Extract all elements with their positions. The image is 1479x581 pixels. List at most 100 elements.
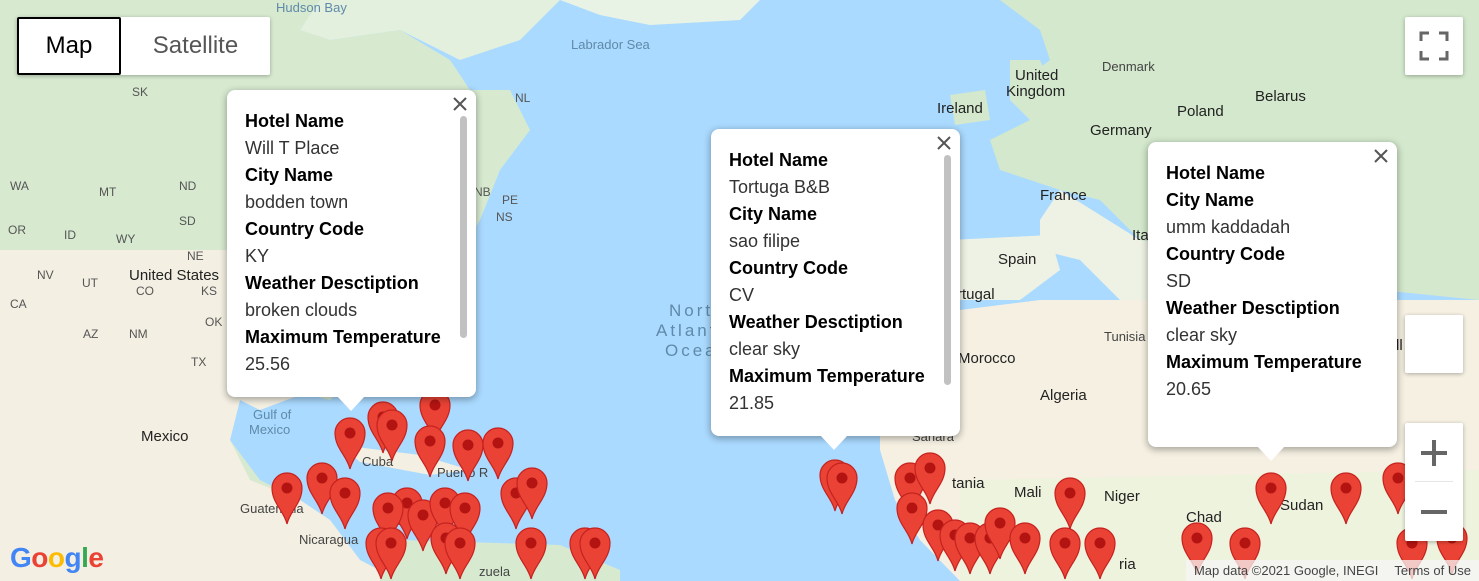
label-ok: OK — [205, 315, 223, 329]
map-marker-icon[interactable] — [514, 526, 548, 580]
map-type-satellite-button[interactable]: Satellite — [121, 17, 270, 75]
info-window-sao-filipe: Hotel Name Tortuga B&B City Name sao fil… — [711, 129, 960, 450]
map-marker-icon[interactable] — [1329, 471, 1363, 525]
map-marker-icon[interactable] — [1083, 526, 1117, 580]
label-united-kingdom-1: United — [1015, 67, 1059, 84]
label-nl: NL — [515, 91, 531, 105]
terms-of-use-link[interactable]: Terms of Use — [1386, 563, 1479, 578]
field-value: broken clouds — [245, 300, 358, 320]
label-france: France — [1040, 187, 1087, 204]
zoom-in-button[interactable] — [1405, 423, 1463, 482]
label-wa: WA — [10, 179, 29, 193]
label-nd: ND — [179, 179, 197, 193]
info-window-fields: Hotel Name Tortuga B&B City Name sao fil… — [729, 147, 936, 417]
label-mauritania: tania — [952, 475, 985, 492]
label-sk: SK — [132, 85, 149, 99]
info-window-fields: Hotel Name City Name umm kaddadah Countr… — [1166, 160, 1373, 403]
label-ks: KS — [201, 284, 218, 298]
map-marker-icon[interactable] — [443, 526, 477, 580]
fullscreen-button[interactable] — [1405, 17, 1463, 75]
label-poland: Poland — [1177, 103, 1224, 120]
close-icon[interactable] — [451, 95, 469, 113]
map-marker-icon[interactable] — [578, 526, 612, 580]
field-value: clear sky — [729, 339, 801, 359]
fullscreen-icon — [1419, 31, 1449, 61]
label-sd: SD — [179, 214, 196, 228]
field-value: SD — [1166, 271, 1192, 291]
label-ireland: Ireland — [937, 100, 983, 117]
field-label: Weather Desctiption — [245, 273, 419, 293]
map-type-map-button[interactable]: Map — [17, 17, 121, 75]
map-marker-icon[interactable] — [375, 408, 409, 462]
label-nigeria: ria — [1119, 556, 1136, 573]
field-label: City Name — [245, 165, 334, 185]
label-germany: Germany — [1090, 122, 1152, 139]
street-view-button[interactable] — [1405, 315, 1463, 373]
map-marker-icon[interactable] — [515, 466, 549, 520]
info-window-bodden-town: Hotel Name Will T Place City Name bodden… — [227, 90, 476, 411]
map-marker-icon[interactable] — [270, 471, 304, 525]
label-ne: NE — [187, 249, 204, 263]
map-marker-icon[interactable] — [1048, 526, 1082, 580]
field-label: Weather Desctiption — [1166, 298, 1340, 318]
map-marker-icon[interactable] — [481, 426, 515, 480]
zoom-control — [1405, 423, 1463, 541]
label-wy: WY — [116, 232, 136, 246]
label-gulf-of-mexico-1: Gulf of — [253, 407, 292, 422]
info-window-tail — [820, 435, 848, 450]
map-marker-icon[interactable] — [1254, 471, 1288, 525]
map-marker-icon[interactable] — [374, 526, 408, 580]
label-ut: UT — [82, 276, 98, 290]
google-logo[interactable]: Google — [10, 542, 104, 574]
label-morocco: Morocco — [958, 350, 1016, 367]
label-portugal: rtugal — [957, 286, 995, 303]
map-marker-icon[interactable] — [328, 476, 362, 530]
label-algeria: Algeria — [1040, 387, 1087, 404]
field-label: Maximum Temperature — [245, 327, 441, 347]
label-ns: NS — [496, 210, 513, 224]
field-label: Maximum Temperature — [1166, 352, 1362, 372]
info-window-tail — [337, 396, 365, 411]
info-window-scrollbar[interactable] — [460, 116, 467, 338]
map-marker-icon[interactable] — [1053, 476, 1087, 530]
map-marker-icon[interactable] — [1008, 521, 1042, 575]
field-label: Country Code — [245, 219, 364, 239]
field-value: 21.85 — [729, 393, 775, 413]
label-united-states: United States — [129, 267, 220, 284]
label-hudson-bay: Hudson Bay — [276, 0, 347, 15]
label-nm: NM — [129, 327, 148, 341]
label-belarus: Belarus — [1255, 88, 1306, 105]
label-tx: TX — [191, 355, 207, 369]
map-attribution: Map data ©2021 Google, INEGI Terms of Us… — [1185, 560, 1479, 581]
close-icon[interactable] — [935, 134, 953, 152]
label-nv: NV — [37, 268, 54, 282]
field-label: Weather Desctiption — [729, 312, 903, 332]
minus-icon — [1421, 509, 1447, 514]
map-marker-icon[interactable] — [413, 424, 447, 478]
field-label: Country Code — [1166, 244, 1285, 264]
label-nb: NB — [474, 185, 491, 199]
field-value: 25.56 — [245, 354, 291, 374]
label-united-kingdom-2: Kingdom — [1006, 83, 1066, 100]
map-type-control: Map Satellite — [17, 17, 270, 75]
label-co: CO — [136, 284, 154, 298]
label-niger: Niger — [1104, 488, 1140, 505]
field-label: City Name — [729, 204, 818, 224]
field-label: City Name — [1166, 190, 1255, 210]
zoom-out-button[interactable] — [1405, 482, 1463, 541]
field-value: sao filipe — [729, 231, 801, 251]
map-marker-icon[interactable] — [825, 461, 859, 515]
info-window-tail — [1257, 446, 1285, 461]
field-value: CV — [729, 285, 755, 305]
field-value: umm kaddadah — [1166, 217, 1291, 237]
field-value: clear sky — [1166, 325, 1238, 345]
info-window-fields: Hotel Name Will T Place City Name bodden… — [245, 108, 452, 378]
label-mexico: Mexico — [141, 428, 189, 445]
close-icon[interactable] — [1372, 147, 1390, 165]
field-label: Hotel Name — [1166, 163, 1266, 183]
label-gulf-of-mexico-2: Mexico — [249, 422, 291, 437]
label-nicaragua: Nicaragua — [299, 532, 359, 547]
field-value: KY — [245, 246, 270, 266]
info-window-scrollbar[interactable] — [944, 155, 951, 385]
map-marker-icon[interactable] — [451, 428, 485, 482]
